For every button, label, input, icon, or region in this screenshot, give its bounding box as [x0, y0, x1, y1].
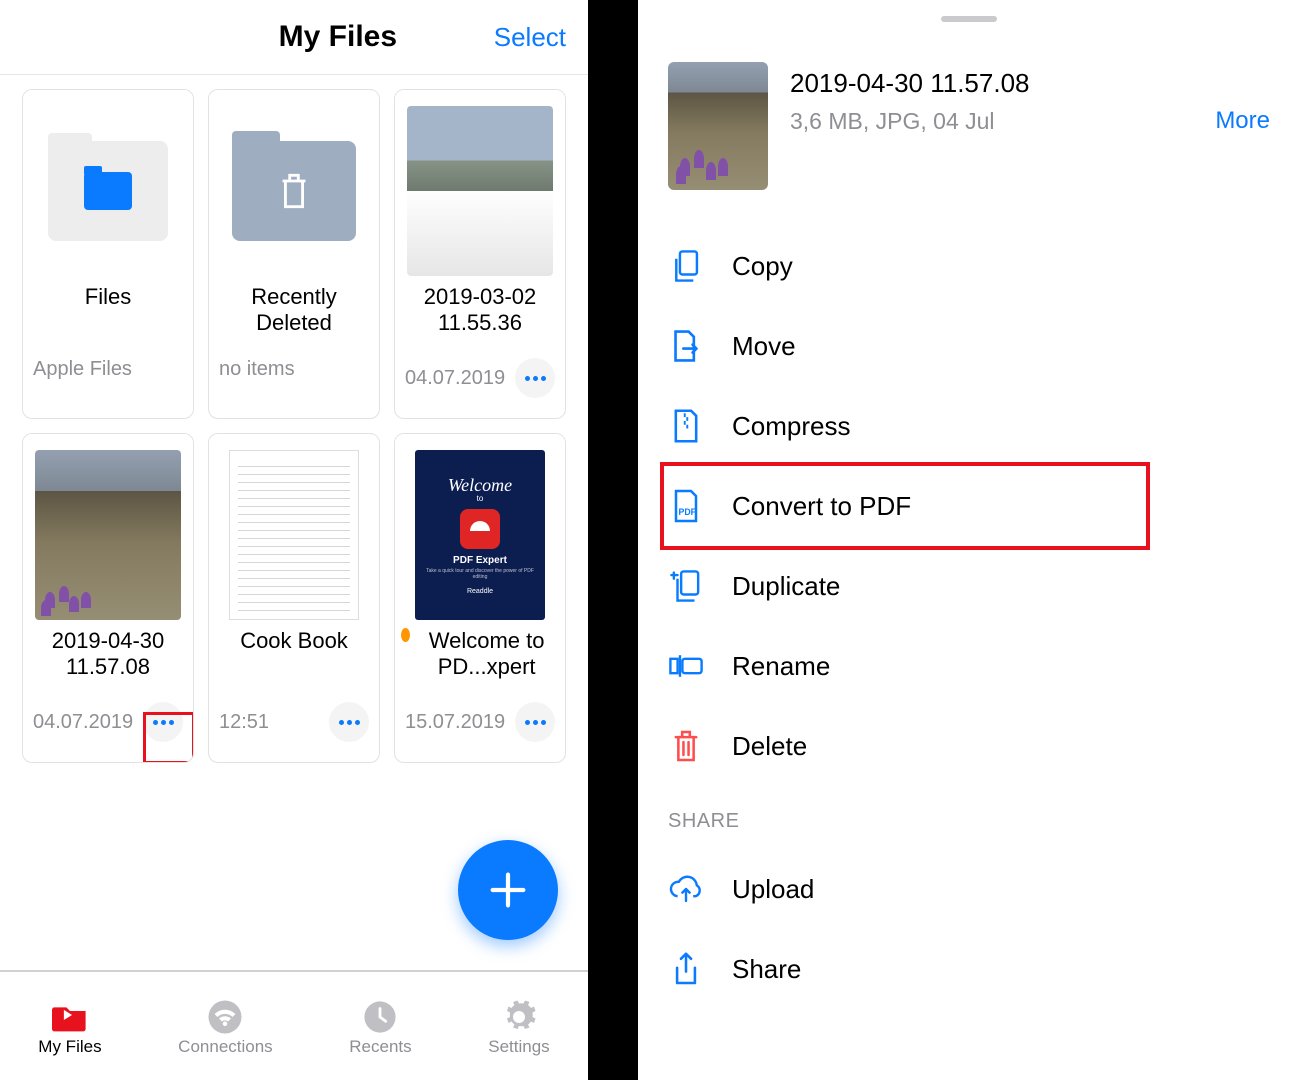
compress-icon	[668, 408, 704, 444]
dots-icon	[525, 376, 546, 381]
action-label: Convert to PDF	[732, 491, 911, 522]
tile-photo-balloon[interactable]: 2019-03-02 11.55.36 04.07.2019	[394, 89, 566, 419]
delete-icon	[668, 728, 704, 764]
tab-label: Settings	[488, 1037, 549, 1057]
header: My Files Select	[0, 0, 588, 75]
tile-title: Cook Book	[209, 624, 379, 702]
clock-icon	[361, 1001, 399, 1033]
tile-meta: 04.07.2019	[405, 367, 505, 390]
dots-icon	[339, 720, 360, 725]
action-delete[interactable]: Delete	[638, 706, 1300, 786]
tile-title: Files	[23, 280, 193, 358]
tile-title: Welcome to PD...xpert	[395, 624, 565, 702]
action-rename[interactable]: Rename	[638, 626, 1300, 706]
tile-meta: no items	[219, 358, 295, 381]
action-label: Duplicate	[732, 571, 840, 602]
share-section-label: SHARE	[638, 792, 1300, 843]
gear-icon	[500, 1001, 538, 1033]
file-detail-header: 2019-04-30 11.57.08 3,6 MB, JPG, 04 Jul …	[638, 42, 1300, 220]
more-button[interactable]	[329, 702, 369, 742]
action-list: Copy Move Compress PDF Convert to PDF Du…	[638, 220, 1300, 792]
action-label: Upload	[732, 874, 814, 905]
unread-dot-icon	[401, 628, 410, 642]
move-icon	[668, 328, 704, 364]
sheet-handle[interactable]	[941, 16, 997, 22]
detail-thumbnail	[668, 62, 768, 190]
add-button[interactable]	[458, 840, 558, 940]
thumbnail-document	[229, 450, 359, 620]
thumbnail-image	[35, 450, 181, 620]
share-icon	[668, 951, 704, 987]
wifi-icon	[206, 1001, 244, 1033]
tile-meta: 15.07.2019	[405, 711, 505, 734]
tab-settings[interactable]: Settings	[488, 1001, 549, 1057]
action-duplicate[interactable]: Duplicate	[638, 546, 1300, 626]
tile-title: 2019-04-30 11.57.08	[23, 624, 193, 702]
highlight-box	[143, 712, 194, 763]
detail-meta: 3,6 MB, JPG, 04 Jul	[790, 108, 995, 135]
tab-label: Recents	[349, 1037, 411, 1057]
thumbnail-image	[407, 106, 553, 276]
file-grid: Files Apple Files Recently Deleted no it…	[0, 75, 588, 777]
pdf-icon: PDF	[668, 488, 704, 524]
action-upload[interactable]: Upload	[638, 849, 1300, 929]
tile-photo-flowers[interactable]: 2019-04-30 11.57.08 04.07.2019	[22, 433, 194, 763]
svg-text:PDF: PDF	[679, 507, 697, 517]
tile-meta: 12:51	[219, 711, 269, 734]
action-label: Compress	[732, 411, 850, 442]
select-button[interactable]: Select	[494, 22, 566, 53]
rename-icon	[668, 648, 704, 684]
trash-folder-icon	[232, 141, 356, 241]
thumbnail-pdf: Welcome to PDF Expert Take a quick tour …	[415, 450, 545, 620]
action-convert-pdf[interactable]: PDF Convert to PDF	[638, 466, 1300, 546]
tab-label: My Files	[38, 1037, 101, 1057]
tile-recently-deleted[interactable]: Recently Deleted no items	[208, 89, 380, 419]
dots-icon	[525, 720, 546, 725]
action-label: Move	[732, 331, 796, 362]
tile-title: Recently Deleted	[209, 280, 379, 358]
upload-icon	[668, 871, 704, 907]
more-button[interactable]	[515, 358, 555, 398]
copy-icon	[668, 248, 704, 284]
tile-meta: 04.07.2019	[33, 711, 133, 734]
trash-icon	[276, 171, 312, 211]
more-button[interactable]	[515, 702, 555, 742]
tab-label: Connections	[178, 1037, 273, 1057]
detail-title: 2019-04-30 11.57.08	[790, 68, 1270, 99]
action-sheet: 2019-04-30 11.57.08 3,6 MB, JPG, 04 Jul …	[638, 0, 1300, 1080]
action-label: Rename	[732, 651, 830, 682]
action-copy[interactable]: Copy	[638, 226, 1300, 306]
tab-recents[interactable]: Recents	[349, 1001, 411, 1057]
tile-cookbook[interactable]: Cook Book 12:51	[208, 433, 380, 763]
tile-welcome-pdf[interactable]: Welcome to PDF Expert Take a quick tour …	[394, 433, 566, 763]
tab-bar: My Files Connections Recents Settings	[0, 970, 588, 1080]
tab-connections[interactable]: Connections	[178, 1001, 273, 1057]
files-screen: My Files Select Files Apple Files Recent…	[0, 0, 588, 1080]
tab-my-files[interactable]: My Files	[38, 1001, 101, 1057]
folder-icon	[48, 141, 168, 241]
plus-icon	[485, 867, 531, 913]
action-compress[interactable]: Compress	[638, 386, 1300, 466]
tile-title: 2019-03-02 11.55.36	[395, 280, 565, 358]
page-title: My Files	[182, 20, 494, 54]
my-files-icon	[51, 1001, 89, 1033]
action-move[interactable]: Move	[638, 306, 1300, 386]
tile-files[interactable]: Files Apple Files	[22, 89, 194, 419]
action-label: Share	[732, 954, 801, 985]
more-link[interactable]: More	[1215, 107, 1270, 135]
action-label: Delete	[732, 731, 807, 762]
action-label: Copy	[732, 251, 793, 282]
duplicate-icon	[668, 568, 704, 604]
tile-meta: Apple Files	[33, 358, 132, 381]
action-share[interactable]: Share	[638, 929, 1300, 1009]
share-action-list: Upload Share	[638, 843, 1300, 1015]
